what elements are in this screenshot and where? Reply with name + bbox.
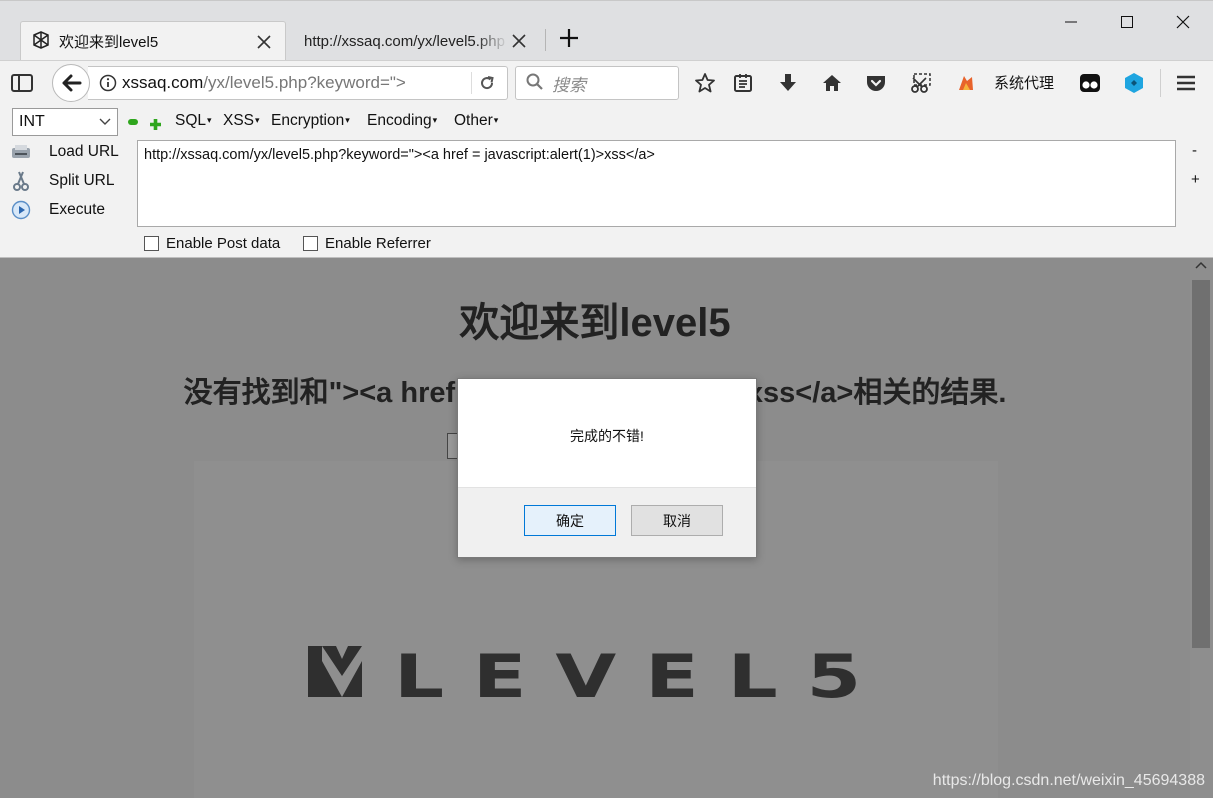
url-bar[interactable]: xssaq.com/yx/level5.php?keyword="> <box>88 66 508 100</box>
alert-dialog: 完成的不错! 确定 取消 <box>457 378 757 558</box>
decrement-icon[interactable] <box>128 119 138 125</box>
tab-divider <box>545 29 546 51</box>
load-url-label: Load URL <box>49 143 119 160</box>
extension-cube-icon[interactable] <box>1120 69 1148 97</box>
dropdown-arrow-icon: ▾ <box>255 115 260 125</box>
increment-icon[interactable] <box>150 117 161 130</box>
proxy-fox-icon[interactable] <box>952 69 980 97</box>
tab-level5-url[interactable]: http://xssaq.com/yx/level5.php <box>288 21 538 61</box>
encryption-menu-label: Encryption <box>271 112 345 129</box>
confirm-button[interactable]: 确定 <box>524 505 616 536</box>
toolbar-divider <box>1160 69 1161 97</box>
alert-message: 完成的不错! <box>570 428 644 444</box>
close-tab-icon[interactable] <box>508 30 530 52</box>
enable-post-data-checkbox[interactable]: Enable Post data <box>144 235 280 252</box>
split-url-scissors-icon <box>8 170 34 192</box>
other-menu[interactable]: Other▾ <box>454 112 498 130</box>
enable-referrer-label: Enable Referrer <box>325 235 431 252</box>
reload-icon[interactable] <box>471 72 501 94</box>
shrink-textarea-button[interactable]: - <box>1192 142 1197 159</box>
download-icon[interactable] <box>774 69 802 97</box>
close-window-button[interactable] <box>1160 7 1206 37</box>
checkbox-box[interactable] <box>303 236 318 251</box>
enable-post-data-label: Enable Post data <box>166 235 281 252</box>
maximize-button[interactable] <box>1104 7 1150 37</box>
encryption-menu[interactable]: Encryption▾ <box>271 112 350 130</box>
int-select[interactable]: INT <box>12 108 118 136</box>
split-url-label: Split URL <box>49 172 115 189</box>
int-select-value: INT <box>19 113 45 130</box>
info-icon[interactable] <box>94 74 122 92</box>
scroll-up-icon[interactable] <box>1192 260 1210 274</box>
scrollbar-thumb[interactable] <box>1192 280 1210 648</box>
expand-textarea-button[interactable]: + <box>1191 171 1200 188</box>
new-tab-button[interactable] <box>556 26 582 54</box>
url-host: xssaq.com <box>122 73 204 92</box>
split-url-button[interactable]: Split URL <box>8 168 114 194</box>
close-tab-icon[interactable] <box>253 31 275 53</box>
bookmark-star-icon[interactable] <box>691 69 719 97</box>
logo-wordmark: LEVEL5 <box>394 642 890 712</box>
back-button[interactable] <box>52 64 90 102</box>
hackbar-panel: INT SQL▾ XSS▾ Encryption▾ Encoding▾ Othe… <box>0 104 1213 258</box>
search-placeholder: 搜索 <box>552 75 586 95</box>
dropdown-arrow-icon: ▾ <box>207 115 212 125</box>
navigation-bar: xssaq.com/yx/level5.php?keyword="> 搜索 系统… <box>0 60 1213 104</box>
execute-button[interactable]: Execute <box>8 197 105 223</box>
alert-footer: 确定 取消 <box>458 487 756 557</box>
sidebar-icon[interactable] <box>8 69 36 97</box>
xss-menu-label: XSS <box>223 112 255 129</box>
sql-menu[interactable]: SQL▾ <box>175 112 212 130</box>
home-icon[interactable] <box>818 69 846 97</box>
tab-title: http://xssaq.com/yx/level5.php <box>304 32 505 50</box>
load-url-button[interactable]: Load URL <box>8 139 119 165</box>
tab-level5[interactable]: 欢迎来到level5 <box>20 21 286 61</box>
screenshot-icon[interactable] <box>907 69 935 97</box>
minimize-button[interactable] <box>1048 7 1094 37</box>
sql-menu-label: SQL <box>175 112 207 129</box>
proxy-label[interactable]: 系统代理 <box>994 72 1054 93</box>
pocket-icon[interactable] <box>862 69 890 97</box>
page-favicon-icon <box>31 30 51 54</box>
load-url-icon <box>8 141 34 163</box>
encoding-menu[interactable]: Encoding▾ <box>367 112 437 130</box>
chevron-down-icon <box>98 114 112 133</box>
dropdown-arrow-icon: ▾ <box>432 115 438 125</box>
tampermonkey-icon[interactable] <box>1076 69 1104 97</box>
cancel-button[interactable]: 取消 <box>631 505 723 536</box>
menu-hamburger-icon[interactable] <box>1172 69 1200 97</box>
tab-title: 欢迎来到level5 <box>59 34 159 51</box>
page-title: 欢迎来到level5 <box>459 301 731 345</box>
execute-play-icon <box>8 199 34 221</box>
reading-list-icon[interactable] <box>729 69 757 97</box>
url-text[interactable]: xssaq.com/yx/level5.php?keyword="> <box>122 73 462 93</box>
title-bar: 欢迎来到level5 http://xssaq.com/yx/level5.ph… <box>0 0 1213 61</box>
url-path: /yx/level5.php?keyword="> <box>203 73 406 92</box>
encoding-menu-label: Encoding <box>367 112 432 129</box>
search-icon <box>526 73 544 94</box>
other-menu-label: Other <box>454 112 493 129</box>
hackbar-url-textarea[interactable]: http://xssaq.com/yx/level5.php?keyword="… <box>137 140 1176 227</box>
dropdown-arrow-icon: ▾ <box>345 115 350 125</box>
execute-label: Execute <box>49 201 106 218</box>
search-input[interactable]: 搜索 <box>515 66 679 100</box>
dropdown-arrow-icon: ▾ <box>493 115 499 125</box>
xss-menu[interactable]: XSS▾ <box>223 112 260 130</box>
watermark-text: https://blog.csdn.net/weixin_45694388 <box>932 772 1205 789</box>
checkbox-box[interactable] <box>144 236 159 251</box>
enable-referrer-checkbox[interactable]: Enable Referrer <box>303 235 431 252</box>
